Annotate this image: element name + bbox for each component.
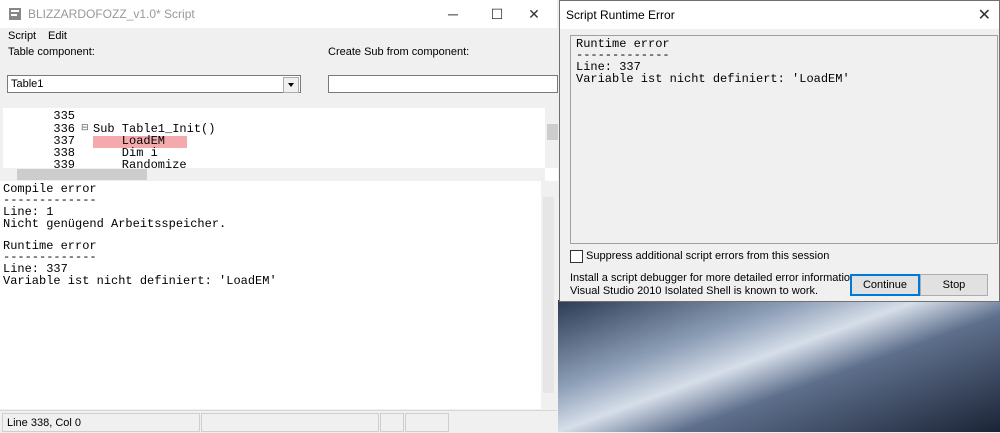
menubar: Script Edit [0,28,557,44]
script-titlebar[interactable]: BLIZZARDOFOZZ_v1.0* Script ─ ☐ ✕ [0,0,557,28]
minimize-button[interactable]: ─ [430,0,476,28]
output-vertical-scrollbar[interactable] [541,181,557,409]
menu-script[interactable]: Script [8,30,36,42]
create-sub-input[interactable] [328,75,558,93]
status-bar: Line 338, Col 0 [0,410,557,433]
dialog-title: Script Runtime Error [566,8,675,22]
line-number: 335 [53,109,75,123]
scrollbar-thumb[interactable] [543,197,554,393]
table-component-value: Table1 [11,78,44,90]
dialog-horizontal-scrollbar[interactable] [571,230,997,243]
desktop-wallpaper [558,300,1000,432]
error-text-box[interactable]: Runtime error ------------- Line: 337 Va… [570,35,998,244]
table-component-label: Table component: [8,46,95,58]
script-window-title: BLIZZARDOFOZZ_v1.0* Script [28,7,195,21]
suppress-errors-label[interactable]: Suppress additional script errors from t… [586,250,829,262]
debugger-info: Visual Studio 2010 Isolated Shell is kno… [570,285,819,297]
close-button[interactable]: ✕ [511,0,557,28]
table-component-select[interactable]: Table1 [7,75,301,93]
suppress-errors-checkbox[interactable] [570,250,583,263]
output-line: Nicht genügend Arbeitsspeicher. [3,217,227,231]
runtime-error-dialog: Script Runtime Error ✕ Runtime error ---… [559,0,1000,302]
chevron-down-icon[interactable] [283,77,299,93]
fold-marker-icon[interactable]: ⊟ [81,123,89,133]
status-pane: Line 338, Col 0 [2,413,200,432]
create-sub-label: Create Sub from component: [328,46,470,58]
dialog-titlebar[interactable]: Script Runtime Error ✕ [560,1,999,29]
menu-edit[interactable]: Edit [48,30,67,42]
scrollbar-thumb[interactable] [17,169,147,180]
script-app-icon [8,7,22,21]
editor-horizontal-scrollbar[interactable] [3,168,545,181]
debugger-info: Install a script debugger for more detai… [570,272,860,284]
status-pane [405,413,449,432]
stop-button[interactable]: Stop [920,274,988,296]
continue-button[interactable]: Continue [850,274,920,296]
error-text-line: Variable ist nicht definiert: 'LoadEM' [576,72,850,86]
cursor-position: Line 338, Col 0 [7,417,81,429]
output-console[interactable]: Compile error ------------- Line: 1 Nich… [0,181,557,409]
script-window: BLIZZARDOFOZZ_v1.0* Script ─ ☐ ✕ Script … [0,0,561,433]
scrollbar-thumb[interactable] [547,124,558,140]
close-icon[interactable]: ✕ [978,5,991,25]
status-pane [380,413,404,432]
status-pane [201,413,379,432]
output-line: Variable ist nicht definiert: 'LoadEM' [3,274,277,288]
dialog-vertical-scrollbar[interactable] [981,36,997,230]
code-editor[interactable]: 335 336 337 338 339 ⊟ Sub Table1_Init() … [3,108,561,181]
